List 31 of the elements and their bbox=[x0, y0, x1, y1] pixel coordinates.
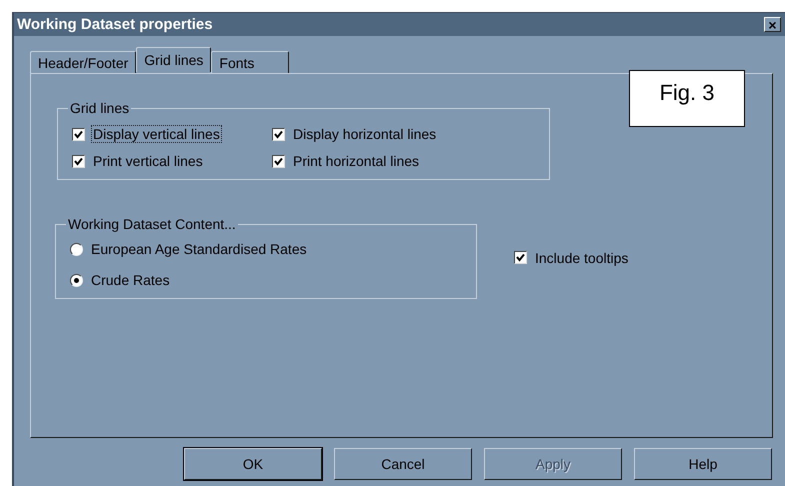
checkbox-label: Print vertical lines bbox=[92, 153, 204, 169]
checkbox-label: Display horizontal lines bbox=[292, 126, 438, 142]
tab[interactable]: Header/Footer bbox=[30, 51, 136, 73]
checkbox[interactable] bbox=[72, 128, 85, 140]
checkbox-label: Print horizontal lines bbox=[292, 153, 420, 169]
tab[interactable]: Fonts bbox=[211, 51, 290, 73]
checkbox[interactable] bbox=[272, 154, 285, 168]
dialog-button[interactable]: Cancel bbox=[334, 448, 472, 480]
checkbox[interactable] bbox=[72, 154, 85, 168]
checkbox[interactable] bbox=[272, 128, 285, 140]
group-title: Grid lines bbox=[69, 100, 130, 116]
tab[interactable]: Grid lines bbox=[136, 47, 212, 72]
checkbox-label: Display vertical lines bbox=[92, 126, 221, 142]
check-icon bbox=[274, 156, 283, 166]
figure-caption: Fig. 3 bbox=[659, 80, 715, 107]
group-title: Working Dataset Content... bbox=[67, 216, 237, 232]
close-button[interactable]: × bbox=[764, 17, 781, 32]
radio-button[interactable] bbox=[70, 274, 83, 286]
radio-dot-icon bbox=[74, 278, 79, 282]
radio-label: European Age Standardised Rates bbox=[90, 241, 308, 257]
radio-button[interactable] bbox=[70, 242, 83, 256]
checkbox[interactable] bbox=[514, 251, 527, 264]
dialog-button[interactable]: Help bbox=[634, 448, 772, 480]
check-icon bbox=[74, 130, 83, 138]
check-icon bbox=[274, 130, 283, 138]
window-title: Working Dataset properties bbox=[17, 16, 213, 33]
radio-label: Crude Rates bbox=[90, 272, 171, 288]
check-icon bbox=[516, 253, 525, 262]
checkbox-label: Include tooltips bbox=[534, 250, 630, 266]
dialog-button[interactable]: OK bbox=[184, 448, 322, 480]
check-icon bbox=[74, 156, 83, 166]
